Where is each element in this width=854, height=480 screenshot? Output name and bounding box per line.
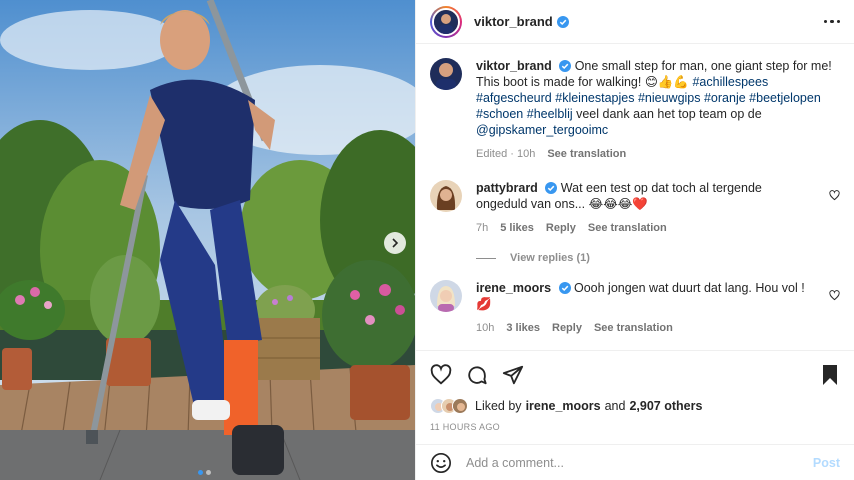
- hashtag[interactable]: #oranje: [704, 91, 746, 105]
- smiley-icon: [431, 452, 451, 473]
- see-translation-button[interactable]: See translation: [594, 320, 673, 336]
- comment-input[interactable]: [466, 455, 813, 470]
- hashtag[interactable]: #beetjelopen: [749, 91, 821, 105]
- comments-list[interactable]: viktor_brand One small step for man, one…: [416, 44, 854, 350]
- hashtag[interactable]: #schoen: [476, 107, 523, 121]
- comment-item: irene_moors Oooh jongen wat duurt dat la…: [430, 280, 840, 336]
- likes-others[interactable]: 2,907 others: [629, 399, 702, 413]
- likes-summary: Liked by irene_moors and 2,907 others: [430, 398, 840, 414]
- bookmark-icon: [823, 364, 837, 385]
- caption-edited: Edited · 10h: [476, 148, 536, 160]
- comment-item: pattybrard Wat een test op dat toch al t…: [430, 180, 840, 236]
- post-panel: viktor_brand viktor_brand One small step…: [415, 0, 854, 480]
- caption-username[interactable]: viktor_brand: [476, 59, 552, 73]
- comment-username[interactable]: pattybrard: [476, 181, 538, 195]
- more-options-button[interactable]: [823, 19, 840, 24]
- like-button[interactable]: [430, 363, 452, 386]
- chevron-right-icon: [392, 238, 399, 248]
- hashtag[interactable]: #heelblij: [527, 107, 573, 121]
- mention[interactable]: @gipskamer_tergooimc: [476, 123, 608, 137]
- comment-time: 10h: [476, 322, 495, 334]
- ellipsis-icon: [823, 19, 827, 24]
- paper-plane-icon: [502, 365, 524, 384]
- reply-button[interactable]: Reply: [546, 220, 576, 236]
- comment-likes[interactable]: 5 likes: [500, 220, 534, 236]
- comment-icon: [468, 365, 487, 384]
- hashtag[interactable]: #achillespees: [692, 75, 768, 89]
- add-comment-bar: Post: [416, 444, 854, 480]
- post-header: viktor_brand: [416, 0, 854, 44]
- action-bar: [416, 350, 854, 398]
- comment-like-heart-icon[interactable]: [829, 290, 840, 301]
- author-avatar[interactable]: [430, 5, 462, 38]
- share-button[interactable]: [502, 364, 524, 386]
- carousel-dots: [198, 470, 211, 475]
- carousel-dot-active: [198, 470, 203, 475]
- divider: [476, 257, 496, 259]
- comment-like-heart-icon[interactable]: [829, 190, 840, 201]
- verified-icon: [559, 60, 572, 72]
- emoji-button[interactable]: [430, 452, 452, 474]
- comment-likes[interactable]: 3 likes: [506, 320, 540, 336]
- hashtag[interactable]: #kleinestapjes: [555, 91, 634, 105]
- comment-button[interactable]: [466, 364, 488, 386]
- liker-avatars[interactable]: [430, 398, 468, 414]
- verified-icon: [556, 15, 569, 28]
- caption-text-after: veel dank aan het top team op de: [576, 107, 762, 121]
- view-replies-button[interactable]: View replies (1): [476, 252, 840, 264]
- reply-button[interactable]: Reply: [552, 320, 582, 336]
- verified-icon: [545, 182, 558, 194]
- view-replies-label: View replies (1): [510, 252, 590, 264]
- post-timestamp[interactable]: 11 HOURS AGO: [430, 422, 500, 432]
- comment-username[interactable]: irene_moors: [476, 281, 551, 295]
- liker-avatar: [452, 398, 468, 414]
- hashtag[interactable]: #afgescheurd: [476, 91, 552, 105]
- see-translation-button[interactable]: See translation: [588, 220, 667, 236]
- post-photo[interactable]: [0, 0, 415, 480]
- hashtag[interactable]: #nieuwgips: [638, 91, 701, 105]
- likes-prefix: Liked by: [475, 399, 522, 413]
- post-comment-button[interactable]: Post: [813, 456, 840, 470]
- see-translation-button[interactable]: See translation: [547, 146, 626, 162]
- save-button[interactable]: [820, 364, 840, 386]
- caption: viktor_brand One small step for man, one…: [430, 58, 840, 162]
- author-username[interactable]: viktor_brand: [474, 14, 553, 29]
- comment-time: 7h: [476, 222, 489, 234]
- carousel-dot: [206, 470, 211, 475]
- next-image-button[interactable]: [384, 232, 406, 254]
- commenter-avatar[interactable]: [430, 180, 462, 212]
- likes-user[interactable]: irene_moors: [526, 399, 601, 413]
- heart-icon: [430, 363, 452, 384]
- caption-avatar[interactable]: [430, 58, 462, 90]
- verified-icon: [558, 282, 571, 294]
- likes-middle: and: [604, 399, 626, 413]
- photo-scene: [0, 0, 415, 480]
- commenter-avatar[interactable]: [430, 280, 462, 312]
